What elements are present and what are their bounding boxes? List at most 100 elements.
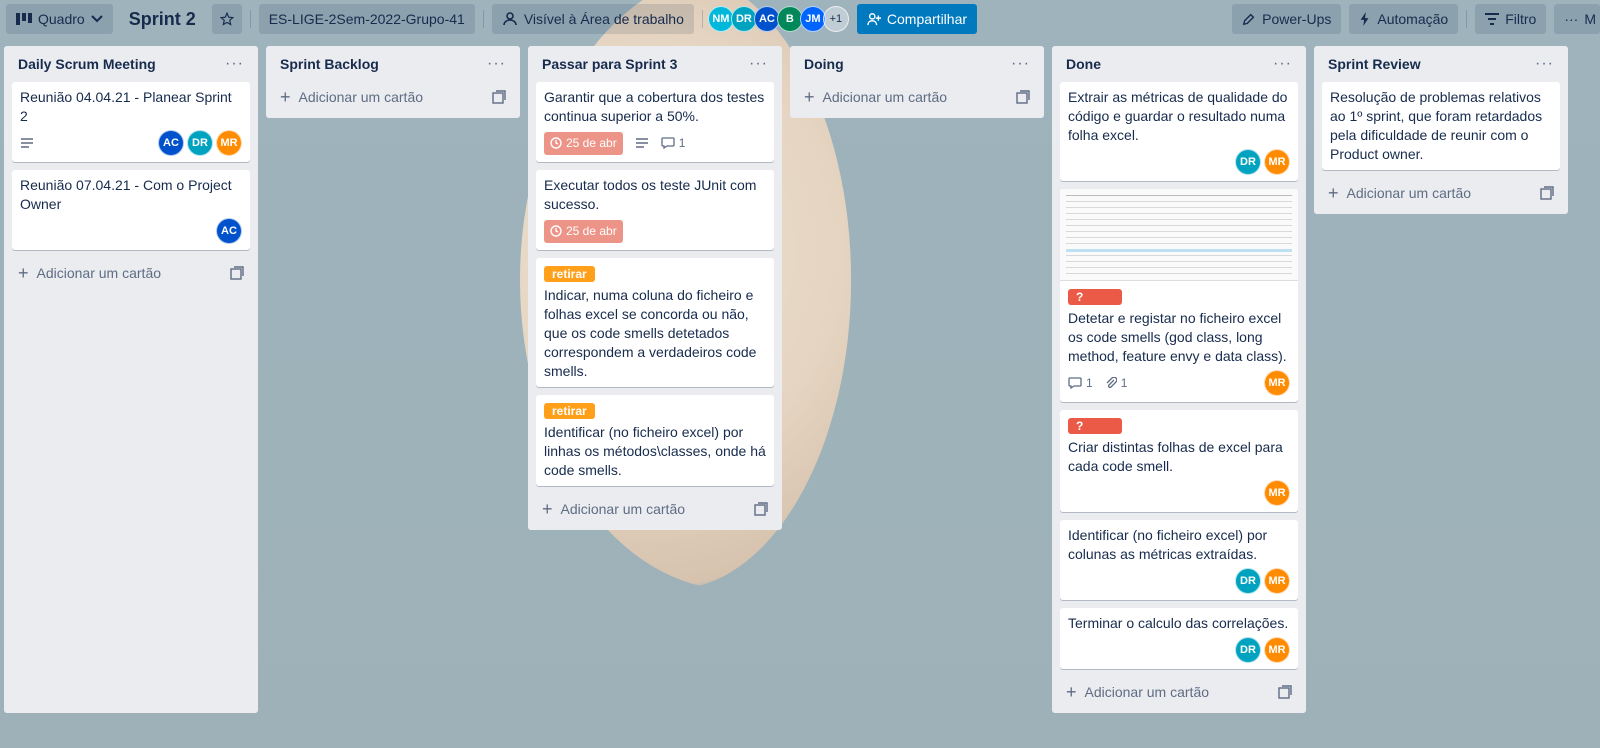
avatar[interactable]: DR — [730, 6, 757, 32]
add-card-label: Adicionar um cartão — [1346, 185, 1472, 201]
list-menu-icon[interactable]: ··· — [1011, 55, 1030, 73]
avatar[interactable]: MR — [1264, 637, 1290, 663]
card-title: Garantir que a cobertura dos testes cont… — [544, 89, 765, 124]
card[interactable]: Extrair as métricas de qualidade do códi… — [1060, 82, 1298, 181]
avatar[interactable]: MR — [1264, 149, 1290, 175]
card[interactable]: ? Criar distintas folhas de excel para c… — [1060, 410, 1298, 512]
view-label: Quadro — [38, 11, 85, 27]
card[interactable]: ? Detetar e registar no ficheiro excel o… — [1060, 189, 1298, 402]
visibility-button[interactable]: Visível à Área de trabalho — [491, 4, 694, 34]
list-menu-icon[interactable]: ··· — [1535, 55, 1554, 73]
card[interactable]: Executar todos os teste JUnit com sucess… — [536, 170, 774, 250]
due-date-badge[interactable]: 25 de abr — [544, 131, 623, 155]
template-icon[interactable] — [1016, 90, 1030, 104]
list-title[interactable]: Passar para Sprint 3 — [542, 56, 677, 72]
list-sprint-review: Sprint Review ··· Resolução de problemas… — [1314, 46, 1568, 214]
card[interactable]: Garantir que a cobertura dos testes cont… — [536, 82, 774, 162]
card-label[interactable]: ? — [1068, 418, 1122, 434]
list-menu-icon[interactable]: ··· — [1273, 55, 1292, 73]
due-date-text: 25 de abr — [566, 223, 617, 238]
avatar[interactable]: AC — [216, 218, 242, 244]
card[interactable]: Identificar (no ficheiro excel) por colu… — [1060, 520, 1298, 600]
add-card-label: Adicionar um cartão — [36, 265, 162, 281]
avatar[interactable]: DR — [1235, 149, 1261, 175]
card[interactable]: Resolução de problemas relativos ao 1º s… — [1322, 82, 1560, 170]
list-header[interactable]: Done ··· — [1060, 46, 1298, 82]
comment-icon — [661, 137, 675, 149]
workspace-button[interactable]: ES-LIGE-2Sem-2022-Grupo-41 — [258, 4, 475, 34]
list-header[interactable]: Sprint Backlog ··· — [274, 46, 512, 82]
add-card-label: Adicionar um cartão — [560, 501, 686, 517]
avatar[interactable]: AC — [753, 6, 780, 32]
avatar[interactable]: DR — [187, 130, 213, 156]
visibility-label: Visível à Área de trabalho — [523, 11, 684, 27]
card-label[interactable]: retirar — [544, 403, 595, 419]
avatar[interactable]: MR — [1264, 568, 1290, 594]
workspace-label: ES-LIGE-2Sem-2022-Grupo-41 — [268, 11, 465, 27]
list-title[interactable]: Doing — [804, 56, 844, 72]
powerups-button[interactable]: Power-Ups — [1232, 4, 1342, 34]
avatar[interactable]: MR — [1264, 370, 1290, 396]
filter-button[interactable]: Filtro — [1475, 4, 1547, 34]
add-card-button[interactable]: + Adicionar um cartão — [798, 82, 1036, 112]
add-card-button[interactable]: + Adicionar um cartão — [274, 82, 512, 112]
add-card-button[interactable]: + Adicionar um cartão — [1322, 178, 1560, 208]
list-menu-icon[interactable]: ··· — [487, 55, 506, 73]
add-card-label: Adicionar um cartão — [1084, 684, 1210, 700]
list-menu-icon[interactable]: ··· — [749, 55, 768, 73]
card[interactable]: Reunião 07.04.21 - Com o Project Owner A… — [12, 170, 250, 250]
plus-icon: + — [804, 87, 815, 107]
template-icon[interactable] — [492, 90, 506, 104]
avatar[interactable]: MR — [1264, 480, 1290, 506]
avatar[interactable]: AC — [158, 130, 184, 156]
template-icon[interactable] — [1278, 685, 1292, 699]
menu-button[interactable]: ··· M — [1554, 4, 1600, 34]
board-canvas: Daily Scrum Meeting ··· Reunião 04.04.21… — [4, 46, 1568, 713]
list-header[interactable]: Doing ··· — [798, 46, 1036, 82]
list-header[interactable]: Passar para Sprint 3 ··· — [536, 46, 774, 82]
list-title[interactable]: Done — [1066, 56, 1101, 72]
card-title: Reunião 04.04.21 - Planear Sprint 2 — [20, 89, 232, 124]
template-icon[interactable] — [1540, 186, 1554, 200]
avatar[interactable]: MR — [216, 130, 242, 156]
avatar[interactable]: DR — [1235, 637, 1261, 663]
due-date-text: 25 de abr — [566, 135, 617, 150]
add-card-button[interactable]: + Adicionar um cartão — [536, 494, 774, 524]
avatar[interactable]: NM — [707, 6, 734, 32]
automation-button[interactable]: Automação — [1349, 4, 1459, 34]
card-title: Reunião 07.04.21 - Com o Project Owner — [20, 177, 232, 212]
avatar[interactable]: B — [776, 6, 803, 32]
list-header[interactable]: Daily Scrum Meeting ··· — [12, 46, 250, 82]
card-title: Identificar (no ficheiro excel) por colu… — [1068, 527, 1268, 562]
board-title[interactable]: Sprint 2 — [121, 4, 204, 34]
list-title[interactable]: Sprint Backlog — [280, 56, 379, 72]
star-button[interactable] — [211, 4, 242, 34]
plus-icon: + — [280, 87, 291, 107]
avatar[interactable]: DR — [1235, 568, 1261, 594]
automation-label: Automação — [1377, 11, 1449, 27]
card-cover-image — [1060, 189, 1298, 281]
avatar[interactable]: JM — [799, 6, 826, 32]
attachments-count: 1 — [1120, 375, 1128, 390]
view-switcher[interactable]: Quadro — [6, 4, 113, 34]
card[interactable]: Reunião 04.04.21 - Planear Sprint 2 AC D… — [12, 82, 250, 162]
list-title[interactable]: Daily Scrum Meeting — [18, 56, 156, 72]
list-header[interactable]: Sprint Review ··· — [1322, 46, 1560, 82]
divider — [701, 10, 703, 28]
share-button[interactable]: Compartilhar — [856, 4, 978, 34]
card[interactable]: Terminar o calculo das correlações. DR M… — [1060, 608, 1298, 669]
board-header: Quadro Sprint 2 ES-LIGE-2Sem-2022-Grupo-… — [0, 0, 1600, 38]
more-members-button[interactable]: +1 — [822, 6, 849, 32]
template-icon[interactable] — [230, 266, 244, 280]
template-icon[interactable] — [754, 502, 768, 516]
list-title[interactable]: Sprint Review — [1328, 56, 1421, 72]
card-label[interactable]: ? — [1068, 289, 1122, 305]
card-label[interactable]: retirar — [544, 266, 595, 282]
due-date-badge[interactable]: 25 de abr — [544, 219, 623, 243]
card[interactable]: retirar Identificar (no ficheiro excel) … — [536, 395, 774, 486]
add-card-button[interactable]: + Adicionar um cartão — [12, 258, 250, 288]
add-card-button[interactable]: + Adicionar um cartão — [1060, 677, 1298, 707]
card[interactable]: retirar Indicar, numa coluna do ficheiro… — [536, 258, 774, 387]
board-view-icon — [16, 12, 32, 26]
list-menu-icon[interactable]: ··· — [225, 55, 244, 73]
